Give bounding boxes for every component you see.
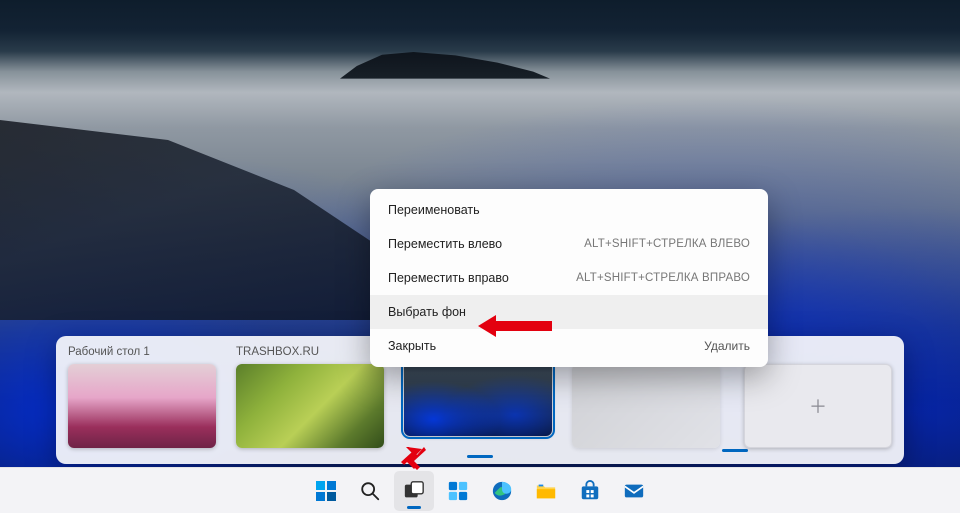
edge-icon [491, 480, 513, 502]
store-button[interactable] [570, 471, 610, 511]
menu-item-label: Переместить влево [388, 237, 502, 251]
menu-item-choose-background[interactable]: Выбрать фон [370, 295, 768, 329]
virtual-desktop-thumbnail[interactable] [236, 364, 384, 448]
menu-item-label: Переименовать [388, 203, 480, 217]
store-icon [579, 480, 601, 502]
menu-item-move-right[interactable]: Переместить вправо ALT+SHIFT+СТРЕЛКА ВПР… [370, 261, 768, 295]
annotation-arrow-icon [400, 447, 426, 473]
virtual-desktop-thumbnail[interactable] [572, 364, 720, 448]
selected-desktop-indicator [467, 455, 493, 459]
new-desktop-button[interactable]: ＋ [744, 364, 892, 448]
widgets-button[interactable] [438, 471, 478, 511]
menu-item-rename[interactable]: Переименовать [370, 193, 768, 227]
mail-button[interactable] [614, 471, 654, 511]
folder-icon [535, 480, 557, 502]
mail-icon [623, 480, 645, 502]
desktop-context-menu: Переименовать Переместить влево ALT+SHIF… [370, 189, 768, 367]
virtual-desktop[interactable]: TRASHBOX.RU [236, 346, 384, 448]
virtual-desktop-label: TRASHBOX.RU [236, 346, 384, 358]
task-view-icon [403, 480, 425, 502]
taskbar [0, 467, 960, 513]
virtual-desktop-label: Рабочий стол 1 [68, 346, 216, 358]
widgets-icon [447, 480, 469, 502]
file-explorer-button[interactable] [526, 471, 566, 511]
task-view-button[interactable] [394, 471, 434, 511]
menu-item-shortcut: ALT+SHIFT+СТРЕЛКА ВПРАВО [576, 272, 750, 284]
menu-item-label: Выбрать фон [388, 305, 466, 319]
plus-icon: ＋ [809, 393, 827, 419]
edge-button[interactable] [482, 471, 522, 511]
annotation-arrow-icon [478, 313, 552, 339]
menu-item-close[interactable]: Закрыть Удалить [370, 329, 768, 363]
menu-item-label: Переместить вправо [388, 271, 509, 285]
search-icon [359, 480, 381, 502]
menu-item-label: Закрыть [388, 339, 436, 353]
menu-item-move-left[interactable]: Переместить влево ALT+SHIFT+СТРЕЛКА ВЛЕВ… [370, 227, 768, 261]
menu-item-shortcut: ALT+SHIFT+СТРЕЛКА ВЛЕВО [584, 238, 750, 250]
virtual-desktop[interactable]: Рабочий стол 1 [68, 346, 216, 448]
menu-item-secondary: Удалить [704, 339, 750, 353]
windows-logo-icon [316, 481, 336, 501]
virtual-desktop-thumbnail[interactable] [68, 364, 216, 448]
search-button[interactable] [350, 471, 390, 511]
start-button[interactable] [306, 471, 346, 511]
